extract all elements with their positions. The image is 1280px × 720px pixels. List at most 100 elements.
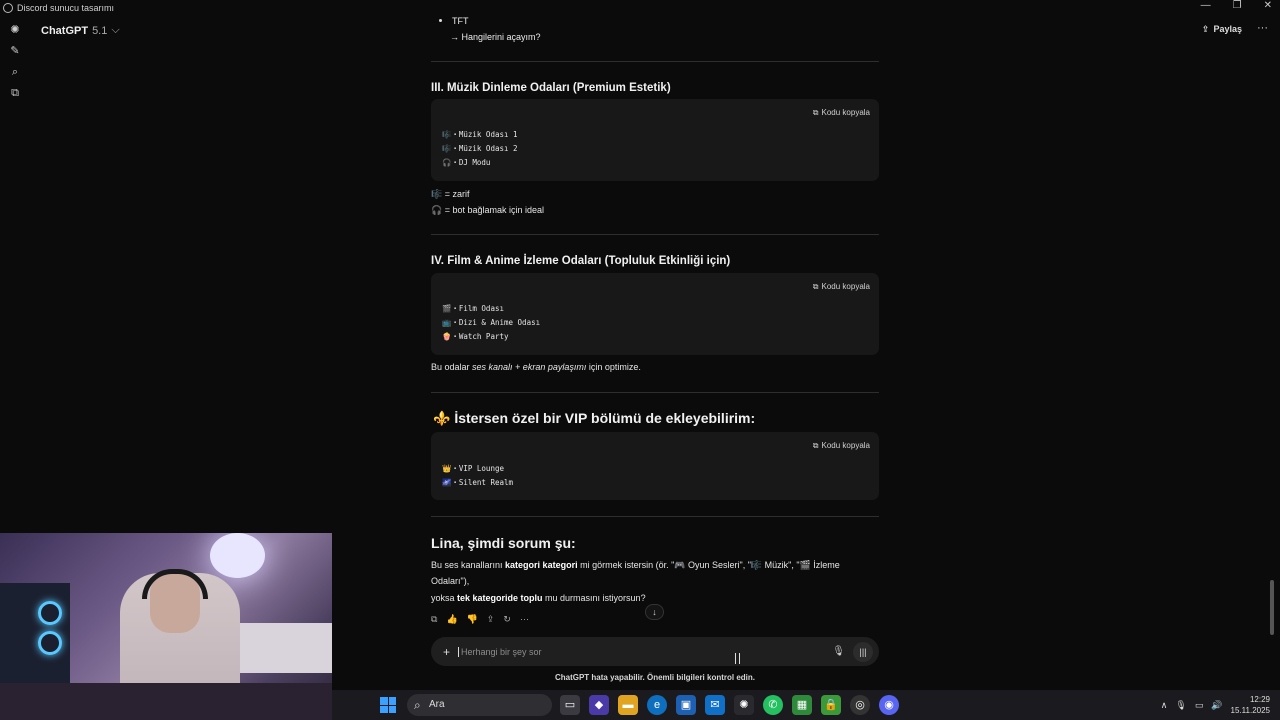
section-heading: IV. Film & Anime İzleme Odaları (Toplulu… <box>431 255 731 267</box>
volume-icon[interactable]: 🔊 <box>1211 700 1222 711</box>
microphone-tray-icon[interactable]: 🎙 <box>1175 700 1186 711</box>
discord-icon[interactable]: ◉ <box>879 695 899 715</box>
taskbar: Ara ▭ ◆ ▬ e ▣ ✉ ✺ ✆ ▦ 🔒 ◎ ◉ ∧ 🎙 ▭ 🔊 12:2… <box>332 690 1280 720</box>
code-block: ⧉ Kodu kopyala 🎬・Film Odası 📺・Dizi & Anim… <box>431 273 879 355</box>
lock-app-icon[interactable]: 🔒 <box>821 695 841 715</box>
copy-code-button[interactable]: ⧉ Kodu kopyala <box>813 279 870 295</box>
copy-label: Kodu kopyala <box>821 108 870 117</box>
copy-icon: ⧉ <box>812 108 819 117</box>
fan-light <box>38 601 62 625</box>
copy-code-button[interactable]: ⧉ Kodu kopyala <box>813 438 870 454</box>
code-lines: 🎼・Müzik Odası 1 🎼・Müzik Odası 2 🎧・DJ Mod… <box>442 128 518 170</box>
code-line: 🎼・Müzik Odası 1 <box>442 130 518 139</box>
copy-code-button[interactable]: ⧉ Kodu kopyala <box>813 105 870 121</box>
code-line: 🍿・Watch Party <box>442 332 509 341</box>
plus-icon[interactable]: + <box>443 645 450 659</box>
copy-icon: ⧉ <box>812 441 819 450</box>
note-text: Bu odalar <box>431 362 473 372</box>
more-icon[interactable]: ··· <box>520 614 529 625</box>
taskbar-apps: ▭ ◆ ▬ e ▣ ✉ ✺ ✆ ▦ 🔒 ◎ ◉ <box>560 695 899 715</box>
voice-mode-button[interactable]: ||| <box>853 641 873 662</box>
code-lines: 🎬・Film Odası 📺・Dizi & Anime Odası 🍿・Watc… <box>442 302 540 344</box>
share-icon[interactable]: ⇪ <box>487 614 495 625</box>
task-view-icon[interactable]: ▭ <box>560 695 580 715</box>
chevron-up-icon[interactable]: ∧ <box>1161 700 1168 711</box>
code-line: 🎼・Müzik Odası 2 <box>442 144 518 153</box>
file-explorer-icon[interactable]: ▬ <box>618 695 638 715</box>
microphone-icon[interactable]: 🎙 <box>832 646 845 657</box>
share-label: Paylaş <box>1213 24 1242 34</box>
code-line: 📺・Dizi & Anime Odası <box>442 318 541 327</box>
copy-icon[interactable]: ⧉ <box>431 614 437 625</box>
code-lines: 👑・VIP Lounge 🌌・Silent Realm <box>442 462 513 490</box>
title-bar: Discord sunucu tasarımı — ❐ ✕ <box>0 0 1280 16</box>
minimize-button[interactable]: — <box>1201 0 1211 11</box>
clock[interactable]: 12:29 15.11.2025 <box>1231 694 1270 716</box>
outlook-icon[interactable]: ✉ <box>705 695 725 715</box>
system-tray: ∧ 🎙 ▭ 🔊 12:29 15.11.2025 <box>1161 694 1270 716</box>
question-heading: Lina, şimdi sorum şu: <box>431 535 576 551</box>
steam-icon[interactable]: ◎ <box>850 695 870 715</box>
note-italic: ses kanalı + ekran paylaşımı <box>472 362 587 372</box>
note-paragraph: Bu odalar ses kanalı + ekran paylaşımı i… <box>431 359 641 375</box>
desk <box>0 683 332 720</box>
minecraft-icon[interactable]: ▦ <box>792 695 812 715</box>
composer: + 🎙 ||| <box>431 637 879 666</box>
bold-text: tek kategoride toplu <box>457 593 543 603</box>
code-line: 👑・VIP Lounge <box>442 464 504 473</box>
close-button[interactable]: ✕ <box>1264 0 1272 11</box>
scroll-down-button[interactable]: ↓ <box>645 604 664 620</box>
code-line: 🎬・Film Odası <box>442 304 504 313</box>
code-line: 🌌・Silent Realm <box>442 478 514 487</box>
windows-start-icon[interactable] <box>380 697 396 713</box>
microsoft-365-icon[interactable]: ◆ <box>589 695 609 715</box>
model-picker[interactable]: ChatGPT 5.1 ⌵ <box>41 24 120 37</box>
divider <box>431 61 879 62</box>
new-chat-icon[interactable]: ✎ <box>8 45 22 57</box>
thumbs-up-icon[interactable]: 👍 <box>446 614 457 625</box>
scrollbar[interactable] <box>1270 60 1274 640</box>
lamp-light <box>210 533 265 578</box>
scrollbar-thumb[interactable] <box>1270 580 1274 635</box>
divider <box>431 234 879 235</box>
window-title: Discord sunucu tasarımı <box>17 3 115 13</box>
divider <box>431 516 879 517</box>
list-item: TFT <box>439 13 469 29</box>
code-block: ⧉ Kodu kopyala 👑・VIP Lounge 🌌・Silent Real… <box>431 432 879 500</box>
regenerate-icon[interactable]: ↻ <box>503 614 511 625</box>
question-paragraph: Bu ses kanallarını kategori kategori mi … <box>431 557 879 573</box>
legend-line: 🎼 = zarif <box>431 189 470 199</box>
window-controls: — ❐ ✕ <box>1201 0 1272 11</box>
maximize-button[interactable]: ❐ <box>1233 0 1242 11</box>
question-paragraph-cont: Odaları"), <box>431 576 470 586</box>
chatgpt-logo-icon[interactable]: ✺ <box>8 24 22 36</box>
legend-line: 🎧 = bot bağlamak için ideal <box>431 205 545 215</box>
bullet-icon <box>439 19 442 22</box>
thumbs-down-icon[interactable]: 👎 <box>467 614 478 625</box>
chevron-down-icon: ⌵ <box>111 24 120 36</box>
chatgpt-icon[interactable]: ✺ <box>734 695 754 715</box>
divider <box>431 392 879 393</box>
bed <box>230 623 332 673</box>
code-block: ⧉ Kodu kopyala 🎼・Müzik Odası 1 🎼・Müzik Od… <box>431 99 879 181</box>
sidebar-rail: ✺ ✎ ⌕ ⧉ <box>0 16 30 528</box>
text: yoksa <box>431 593 458 603</box>
copy-label: Kodu kopyala <box>821 441 870 450</box>
library-icon[interactable]: ⧉ <box>8 87 22 99</box>
code-line: 🎧・DJ Modu <box>442 158 491 167</box>
copy-label: Kodu kopyala <box>821 282 870 291</box>
question-paragraph-2: yoksa tek kategoride toplu mu durmasını … <box>431 590 646 606</box>
text: mi görmek istersin (ör. "🎮 Oyun Sesleri"… <box>577 560 840 570</box>
taskbar-search[interactable]: Ara <box>407 694 552 716</box>
list-item-text: TFT <box>452 16 469 26</box>
search-icon[interactable]: ⌕ <box>8 66 22 78</box>
whatsapp-icon[interactable]: ✆ <box>763 695 783 715</box>
display-icon[interactable]: ▭ <box>1195 700 1204 711</box>
clock-date: 15.11.2025 <box>1230 706 1270 715</box>
share-button[interactable]: ⇪ Paylaş <box>1202 24 1242 35</box>
prompt-input[interactable] <box>458 646 799 657</box>
more-options-icon[interactable]: ··· <box>1257 22 1268 34</box>
section-heading: III. Müzik Dinleme Odaları (Premium Este… <box>431 82 671 94</box>
edge-icon[interactable]: e <box>647 695 667 715</box>
store-icon[interactable]: ▣ <box>676 695 696 715</box>
